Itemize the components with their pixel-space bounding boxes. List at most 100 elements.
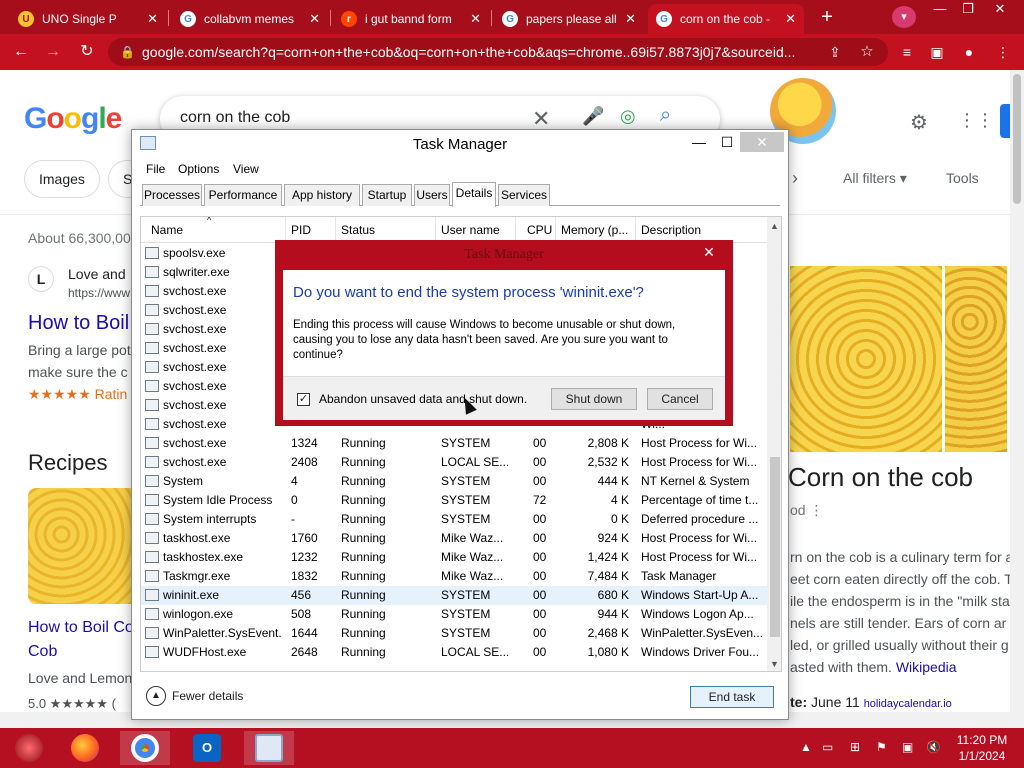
close-window-icon[interactable]: ✕ xyxy=(986,0,1014,18)
tab-services[interactable]: Services xyxy=(498,184,550,206)
tab-close-icon[interactable]: ✕ xyxy=(147,11,158,27)
forward-icon[interactable]: → xyxy=(42,41,64,63)
maximize-icon[interactable]: ☐ xyxy=(712,132,742,152)
minimize-icon[interactable]: — xyxy=(926,0,954,18)
tab-close-icon[interactable]: ✕ xyxy=(470,11,481,27)
knowledge-panel-image[interactable] xyxy=(790,266,942,452)
table-row[interactable]: svchost.exe 1324 Running SYSTEM 00 2,808 K Hos… xyxy=(141,434,767,453)
google-logo[interactable]: Google xyxy=(24,102,122,136)
show-hidden-icons-icon[interactable]: ▲ xyxy=(800,740,812,754)
tools-button[interactable]: Tools xyxy=(946,170,979,186)
tab-collabvm[interactable]: G collabvm memes ✕ xyxy=(172,4,328,34)
scroll-up-icon[interactable]: ▲ xyxy=(770,221,779,231)
back-icon[interactable]: ← xyxy=(10,41,32,63)
task-manager-titlebar[interactable]: Task Manager — ☐ ✕ xyxy=(132,130,788,158)
tab-reddit[interactable]: r i gut bannd form ✕ xyxy=(333,4,489,34)
column-status[interactable]: Status xyxy=(341,223,375,237)
tab-uno[interactable]: U UNO Single P ✕ xyxy=(10,4,166,34)
side-panel-icon[interactable]: ▣ xyxy=(926,41,948,63)
fewer-details-link[interactable]: Fewer details xyxy=(172,689,243,703)
taskbar-clock[interactable]: 11:20 PM 1/1/2024 xyxy=(952,732,1012,764)
tab-close-icon[interactable]: ✕ xyxy=(309,11,320,27)
recipe-title-link[interactable]: How to Boil Co Cob xyxy=(28,616,138,664)
column-pid[interactable]: PID xyxy=(291,223,311,237)
keyboard-icon[interactable]: ▭ xyxy=(822,740,833,754)
chrome-menu-icon[interactable]: ⋮ xyxy=(992,41,1014,63)
share-icon[interactable]: ⇪ xyxy=(824,41,846,63)
reload-icon[interactable]: ↻ xyxy=(76,41,98,63)
table-row[interactable]: System interrupts - Running SYSTEM 00 0 K Defe… xyxy=(141,510,767,529)
more-options-icon[interactable]: ⋮ xyxy=(809,502,823,518)
page-scrollbar[interactable] xyxy=(1010,70,1024,728)
tab-papers-please[interactable]: G papers please all ✕ xyxy=(494,4,644,34)
column-name[interactable]: Name xyxy=(151,223,183,237)
tab-details[interactable]: Details xyxy=(452,182,496,207)
all-filters-button[interactable]: All filters ▾ xyxy=(843,170,907,187)
menu-options[interactable]: Options xyxy=(178,162,219,176)
tab-app-history[interactable]: App history xyxy=(284,184,360,206)
taskbar-outlook[interactable]: O xyxy=(182,731,232,765)
shut-down-button[interactable]: Shut down xyxy=(551,388,637,410)
tab-performance[interactable]: Performance xyxy=(204,184,282,206)
menu-file[interactable]: File xyxy=(146,162,165,176)
recipe-thumbnail[interactable] xyxy=(28,488,140,604)
checkbox-label[interactable]: Abandon unsaved data and shut down. xyxy=(319,392,527,406)
new-tab-button[interactable]: + xyxy=(815,7,839,29)
volume-muted-icon[interactable]: 🔇 xyxy=(926,740,941,754)
action-center-flag-icon[interactable]: ⚑ xyxy=(876,740,887,754)
chevron-up-icon[interactable]: ▲ xyxy=(146,686,166,706)
end-task-button[interactable]: End task xyxy=(690,686,774,708)
display-icon[interactable]: ▣ xyxy=(902,740,913,754)
column-memory[interactable]: Memory (p... xyxy=(561,223,628,237)
tab-close-icon[interactable]: ✕ xyxy=(625,11,636,27)
chevron-right-icon[interactable]: › xyxy=(792,168,798,189)
result-title-link[interactable]: How to Boil xyxy=(28,312,129,335)
column-description[interactable]: Description xyxy=(641,223,701,237)
knowledge-panel-image[interactable] xyxy=(945,266,1007,452)
bookmark-star-icon[interactable]: ☆ xyxy=(856,41,878,63)
column-user-name[interactable]: User name xyxy=(441,223,500,237)
cancel-button[interactable]: Cancel xyxy=(647,388,713,410)
scroll-down-icon[interactable]: ▼ xyxy=(770,659,779,669)
tab-startup[interactable]: Startup xyxy=(362,184,412,206)
profile-avatar-icon[interactable]: ● xyxy=(958,41,980,63)
lens-search-icon[interactable]: ◎ xyxy=(620,106,636,127)
search-icon[interactable]: ⌕ xyxy=(660,104,671,127)
tab-corn-on-the-cob[interactable]: G corn on the cob - ✕ xyxy=(648,4,804,34)
tab-search-icon[interactable]: ▾ xyxy=(892,6,916,28)
close-icon[interactable]: ✕ xyxy=(693,242,725,262)
result-url[interactable]: https://www xyxy=(68,286,130,300)
search-input[interactable]: corn on the cob xyxy=(180,109,290,127)
menu-view[interactable]: View xyxy=(233,162,259,176)
media-controls-icon[interactable]: ≡ xyxy=(896,41,918,63)
network-icon[interactable]: ⊞ xyxy=(850,740,860,754)
tab-processes[interactable]: Processes xyxy=(142,184,202,206)
tab-close-icon[interactable]: ✕ xyxy=(785,11,796,27)
table-row[interactable]: winlogon.exe 508 Running SYSTEM 00 944 K Windo… xyxy=(141,605,767,624)
taskbar-task-manager[interactable] xyxy=(244,731,294,765)
table-row[interactable]: System 4 Running SYSTEM 00 444 K NT Kernel & S… xyxy=(141,472,767,491)
table-row[interactable]: wininit.exe 456 Running SYSTEM 00 680 K Window… xyxy=(141,586,767,605)
scrollbar-thumb[interactable] xyxy=(770,457,780,637)
abandon-data-checkbox[interactable]: ✓ xyxy=(297,393,310,406)
table-row[interactable]: WUDFHost.exe 2648 Running LOCAL SE... 00 1,08… xyxy=(141,643,767,662)
minimize-icon[interactable]: — xyxy=(684,132,714,152)
table-row[interactable]: svchost.exe 2408 Running LOCAL SE... 00 2,532… xyxy=(141,453,767,472)
grid-scrollbar[interactable]: ▲ ▼ xyxy=(767,217,781,671)
address-bar[interactable]: 🔒 google.com/search?q=corn+on+the+cob&oq… xyxy=(108,38,888,66)
voice-search-icon[interactable]: 🎤 xyxy=(582,106,604,127)
close-icon[interactable]: ✕ xyxy=(740,132,784,152)
start-button[interactable] xyxy=(4,731,54,765)
settings-gear-icon[interactable]: ⚙ xyxy=(910,110,928,135)
chip-images[interactable]: Images xyxy=(24,160,100,198)
column-cpu[interactable]: CPU xyxy=(527,223,552,237)
table-row[interactable]: System Idle Process 0 Running SYSTEM 72 4 K Pe… xyxy=(141,491,767,510)
table-row[interactable]: taskhostex.exe 1232 Running Mike Waz... 00 1,… xyxy=(141,548,767,567)
taskbar-firefox[interactable] xyxy=(60,731,110,765)
wikipedia-link[interactable]: Wikipedia xyxy=(896,659,957,675)
kp-date-source-link[interactable]: holidaycalendar.io xyxy=(864,698,952,710)
table-row[interactable]: Taskmgr.exe 1832 Running Mike Waz... 00 7,484… xyxy=(141,567,767,586)
table-row[interactable]: WinPaletter.SysEvent... 1644 Running SYSTEM… xyxy=(141,624,767,643)
restore-icon[interactable]: ❐ xyxy=(954,0,982,18)
table-row[interactable]: taskhost.exe 1760 Running Mike Waz... 00 924 … xyxy=(141,529,767,548)
